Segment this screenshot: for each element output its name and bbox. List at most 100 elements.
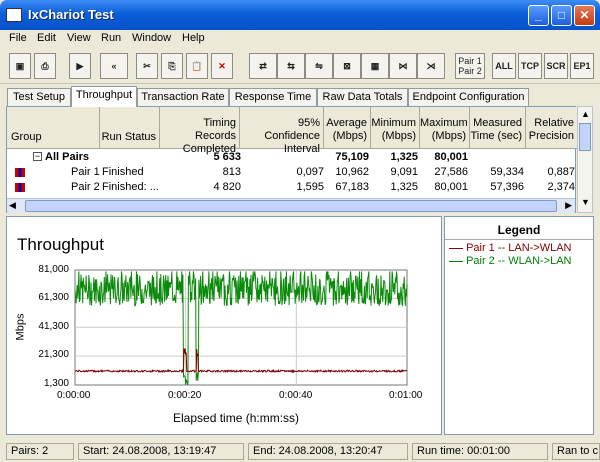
tab-throughput[interactable]: Throughput (71, 86, 137, 107)
filter-all-button[interactable]: ALL (492, 53, 516, 79)
row-ci: 0,097 (296, 166, 324, 178)
network-icon[interactable]: ⊠ (333, 53, 361, 79)
legend-label: Pair 2 -- WLAN->LAN (466, 255, 572, 267)
col-header-group[interactable]: Group (7, 107, 100, 149)
maximize-button[interactable]: □ (551, 5, 572, 26)
throughput-chart (74, 269, 408, 386)
summary-minimum: 1,325 (390, 151, 418, 163)
col-header-maximum[interactable]: Maximum (Mbps) (420, 107, 470, 149)
filter-ep1-button[interactable]: EP1 (570, 53, 594, 79)
legend-swatch (449, 260, 463, 262)
legend-label: Pair 1 -- LAN->WLAN (466, 242, 572, 254)
tab-raw-data-totals[interactable]: Raw Data Totals (317, 88, 408, 106)
tab-transaction-rate[interactable]: Transaction Rate (137, 88, 229, 106)
horizontal-scroll-thumb[interactable] (25, 200, 557, 212)
vertical-scrollbar[interactable]: ▲ ▼ (577, 106, 593, 213)
run-icon[interactable]: ▶ (69, 53, 91, 79)
menu-view[interactable]: View (67, 32, 91, 44)
pair-toggle-button[interactable]: Pair 1 Pair 2 (455, 53, 485, 79)
row-group: Pair 1 (71, 166, 100, 178)
filter-scr-button[interactable]: SCR (544, 53, 568, 79)
table-row[interactable]: Pair 1 Finished 813 0,097 10,962 9,091 2… (7, 166, 575, 180)
pair-icon[interactable]: ⇄ (249, 53, 277, 79)
row-records: 813 (222, 166, 241, 178)
delete-icon[interactable]: ✕ (211, 53, 233, 79)
y-tick-label: 81,000 (38, 264, 69, 275)
scroll-down-icon[interactable]: ▼ (581, 197, 590, 207)
row-time: 59,334 (490, 166, 524, 178)
menu-bar: File Edit View Run Window Help (0, 30, 600, 48)
row-records: 4 820 (213, 181, 241, 193)
legend-item-pair-2[interactable]: Pair 2 -- WLAN->LAN (449, 255, 572, 267)
vertical-scroll-thumb[interactable] (579, 123, 591, 151)
tab-response-time[interactable]: Response Time (229, 88, 317, 106)
throughput-chart-pane: Throughput 81,000 61,300 41,300 21,300 1… (6, 216, 442, 435)
scroll-up-icon[interactable]: ▲ (581, 109, 590, 119)
col-header-minimum[interactable]: Minimum (Mbps) (371, 107, 420, 149)
row-minimum: 9,091 (390, 166, 418, 178)
status-end: End: 24.08.2008, 13:20:47 (248, 443, 408, 460)
y-tick-label: 1,300 (43, 378, 69, 389)
row-group: Pair 2 (71, 181, 100, 193)
paste-icon[interactable]: 📋 (186, 53, 208, 79)
menu-help[interactable]: Help (182, 32, 205, 44)
tab-strip: Test Setup Throughput Transaction Rate R… (0, 86, 600, 107)
print-icon[interactable]: ⎙ (34, 53, 56, 79)
row-precision: 2,374 (547, 181, 575, 193)
status-runtime: Run time: 00:01:00 (412, 443, 548, 460)
multicast-icon[interactable]: ⇆ (277, 53, 305, 79)
row-average: 10,962 (335, 166, 369, 178)
row-ci: 1,595 (296, 181, 324, 193)
copy-icon[interactable]: ⎘ (161, 53, 183, 79)
expand-toggle-icon[interactable]: − (33, 152, 42, 161)
filter-tcp-button[interactable]: TCP (518, 53, 542, 79)
col-header-measured-time[interactable]: Measured Time (sec) (470, 107, 526, 149)
row-time: 57,396 (490, 181, 524, 193)
scroll-left-icon[interactable]: ◀ (9, 200, 16, 211)
save-icon[interactable]: ▣ (9, 53, 31, 79)
tab-endpoint-configuration[interactable]: Endpoint Configuration (408, 88, 529, 106)
summary-average: 75,109 (335, 151, 369, 163)
title-bar: IxChariot Test _ □ ✕ (0, 0, 600, 30)
table-row-summary[interactable]: − All Pairs 5 633 75,109 1,325 80,001 (7, 151, 575, 165)
status-bar: Pairs: 2 Start: 24.08.2008, 13:19:47 End… (0, 440, 600, 462)
legend-swatch (449, 247, 463, 249)
horizontal-scrollbar[interactable]: ◀ ▶ (7, 198, 575, 213)
col-header-precision[interactable]: Relative Precision (526, 107, 577, 149)
grid-icon[interactable]: ▦ (361, 53, 389, 79)
table-row[interactable]: Pair 2 Finished: ... 4 820 1,595 67,183 … (7, 181, 575, 195)
window-title: IxChariot Test (28, 7, 114, 22)
row-status: Finished (102, 166, 144, 178)
col-header-run-status[interactable]: Run Status (100, 107, 160, 149)
x-tick-label: 0:00:00 (57, 390, 91, 401)
tab-test-setup[interactable]: Test Setup (7, 88, 71, 106)
col-header-average[interactable]: Average (Mbps) (324, 107, 371, 149)
stop-icon[interactable]: « (100, 53, 128, 79)
col-header-confidence[interactable]: 95% Confidence Interval (240, 107, 324, 155)
pair-toggle-label-1: Pair 1 (458, 56, 482, 66)
menu-edit[interactable]: Edit (37, 32, 56, 44)
results-table: Group Run Status Timing Records Complete… (6, 106, 577, 213)
endpoint-icon[interactable]: ⋊ (417, 53, 445, 79)
minimize-button[interactable]: _ (528, 5, 549, 26)
cut-icon[interactable]: ✂ (136, 53, 158, 79)
close-button[interactable]: ✕ (574, 5, 595, 26)
menu-file[interactable]: File (9, 32, 27, 44)
link-icon[interactable]: ⋈ (389, 53, 417, 79)
scroll-right-icon[interactable]: ▶ (565, 200, 572, 211)
col-header-records[interactable]: Timing Records Completed (160, 107, 240, 155)
pair-bar-icon (15, 183, 25, 192)
pair-toggle-label-2: Pair 2 (458, 66, 482, 76)
app-icon (6, 8, 22, 22)
menu-run[interactable]: Run (101, 32, 121, 44)
y-tick-label: 61,300 (38, 292, 69, 303)
menu-window[interactable]: Window (132, 32, 171, 44)
row-status: Finished: ... (102, 181, 159, 193)
y-tick-label: 21,300 (38, 349, 69, 360)
y-axis-label: Mbps (14, 313, 27, 341)
legend-item-pair-1[interactable]: Pair 1 -- LAN->WLAN (449, 242, 572, 254)
row-minimum: 1,325 (390, 181, 418, 193)
summary-maximum: 80,001 (434, 151, 468, 163)
group-icon[interactable]: ⇋ (305, 53, 333, 79)
x-axis-label: Elapsed time (h:mm:ss) (173, 411, 300, 425)
